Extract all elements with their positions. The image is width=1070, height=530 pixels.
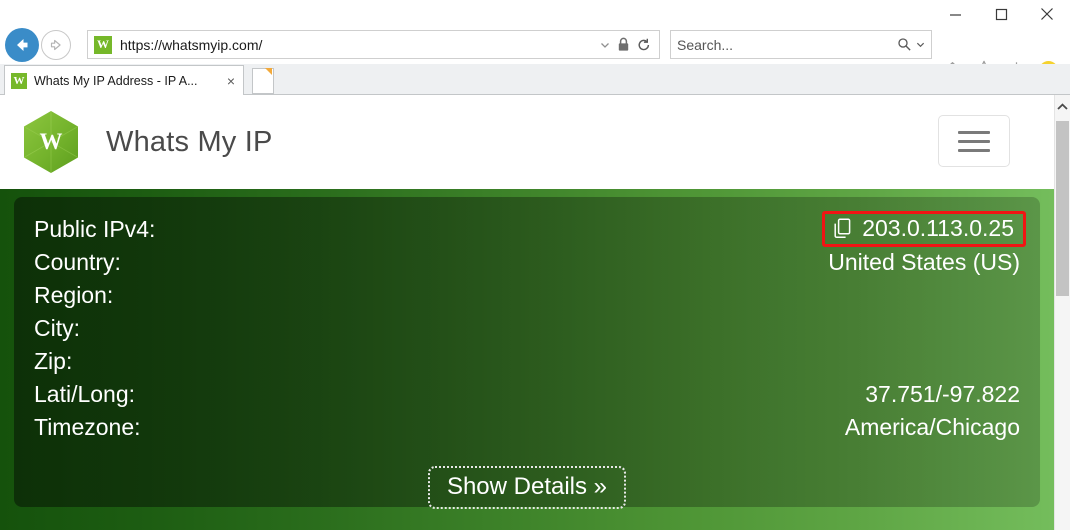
value-timezone: America/Chicago <box>844 414 1020 440</box>
chevron-down-icon[interactable] <box>916 40 925 49</box>
copy-icon[interactable] <box>834 217 853 239</box>
label-timezone: Timezone: <box>34 414 141 440</box>
close-button[interactable] <box>1024 0 1070 28</box>
tab-title: Whats My IP Address - IP A... <box>34 73 198 88</box>
back-arrow-icon <box>17 39 28 51</box>
label-region: Region: <box>34 282 114 308</box>
forward-arrow-icon <box>50 39 61 51</box>
info-row-latilong: Lati/Long: 37.751/-97.822 <box>34 378 1020 411</box>
hamburger-icon-bar <box>958 130 990 134</box>
maximize-button[interactable] <box>978 0 1024 28</box>
minimize-icon <box>949 13 961 16</box>
value-country: United States (US) <box>828 249 1020 275</box>
address-bar[interactable]: W https://whatsmyip.com/ <box>87 30 660 59</box>
public-ip-highlight[interactable]: 203.0.113.0.25 <box>822 210 1026 247</box>
label-public-ipv4: Public IPv4: <box>34 216 156 242</box>
logo-letter: W <box>39 129 63 154</box>
tab-close-icon[interactable]: × <box>225 74 237 88</box>
hamburger-icon-bar <box>958 139 990 143</box>
magnifier-icon[interactable] <box>897 37 912 52</box>
chevron-down-icon[interactable] <box>600 40 610 50</box>
hamburger-icon-bar <box>958 148 990 152</box>
chevron-up-icon <box>1057 103 1068 110</box>
page-viewport: W Whats My IP Public IPv4: 203.0.113.0.2… <box>0 95 1054 530</box>
info-row-public-ipv4: Public IPv4: 203.0.113.0.25 <box>34 210 1026 247</box>
info-row-city: City: <box>34 312 1020 345</box>
info-row-zip: Zip: <box>34 345 1020 378</box>
search-input[interactable]: Search... <box>677 37 897 53</box>
info-row-country: Country: United States (US) <box>34 246 1020 279</box>
search-box[interactable]: Search... <box>670 30 932 59</box>
forward-button[interactable] <box>41 30 71 60</box>
new-tab-button[interactable] <box>252 68 274 94</box>
show-details-button[interactable]: Show Details » <box>427 466 627 510</box>
ip-info-hero: Public IPv4: 203.0.113.0.25 Country: Uni… <box>0 189 1054 530</box>
lock-icon[interactable] <box>617 37 630 52</box>
label-zip: Zip: <box>34 348 73 374</box>
maximize-icon <box>995 8 1007 20</box>
refresh-icon[interactable] <box>637 38 651 52</box>
scrollbar-thumb[interactable] <box>1056 121 1069 296</box>
menu-button[interactable] <box>938 115 1010 167</box>
window-controls <box>932 0 1070 28</box>
label-latilong: Lati/Long: <box>34 381 136 407</box>
info-row-timezone: Timezone: America/Chicago <box>34 411 1020 444</box>
value-public-ipv4-wrap: 203.0.113.0.25 <box>822 210 1026 247</box>
tab-whats-my-ip[interactable]: W Whats My IP Address - IP A... × <box>4 65 244 95</box>
site-logo[interactable]: W <box>22 110 80 174</box>
url-text[interactable]: https://whatsmyip.com/ <box>120 37 600 53</box>
site-header: W Whats My IP <box>0 95 1054 189</box>
address-favicon: W <box>94 35 112 54</box>
show-details-row: Show Details » <box>34 466 1020 510</box>
value-public-ipv4: 203.0.113.0.25 <box>862 214 1014 241</box>
label-country: Country: <box>34 249 121 275</box>
minimize-button[interactable] <box>932 0 978 28</box>
browser-window: W https://whatsmyip.com/ Search... W Wha… <box>0 0 1070 530</box>
info-row-region: Region: <box>34 279 1020 312</box>
browser-chrome: W https://whatsmyip.com/ Search... W Wha… <box>0 0 1070 95</box>
navigation-row: W https://whatsmyip.com/ Search... <box>0 28 1070 80</box>
ip-info-panel: Public IPv4: 203.0.113.0.25 Country: Uni… <box>14 197 1040 510</box>
value-latilong: 37.751/-97.822 <box>865 381 1020 407</box>
address-bar-icons <box>600 37 655 52</box>
scroll-up-button[interactable] <box>1055 95 1070 119</box>
page-scrollbar[interactable] <box>1054 95 1070 530</box>
close-icon <box>1041 8 1053 20</box>
back-button[interactable] <box>5 28 39 62</box>
tab-strip: W Whats My IP Address - IP A... × <box>0 64 1070 95</box>
tab-favicon: W <box>11 72 27 89</box>
search-box-icons <box>897 37 925 52</box>
page-title: Whats My IP <box>106 125 273 158</box>
label-city: City: <box>34 315 80 341</box>
